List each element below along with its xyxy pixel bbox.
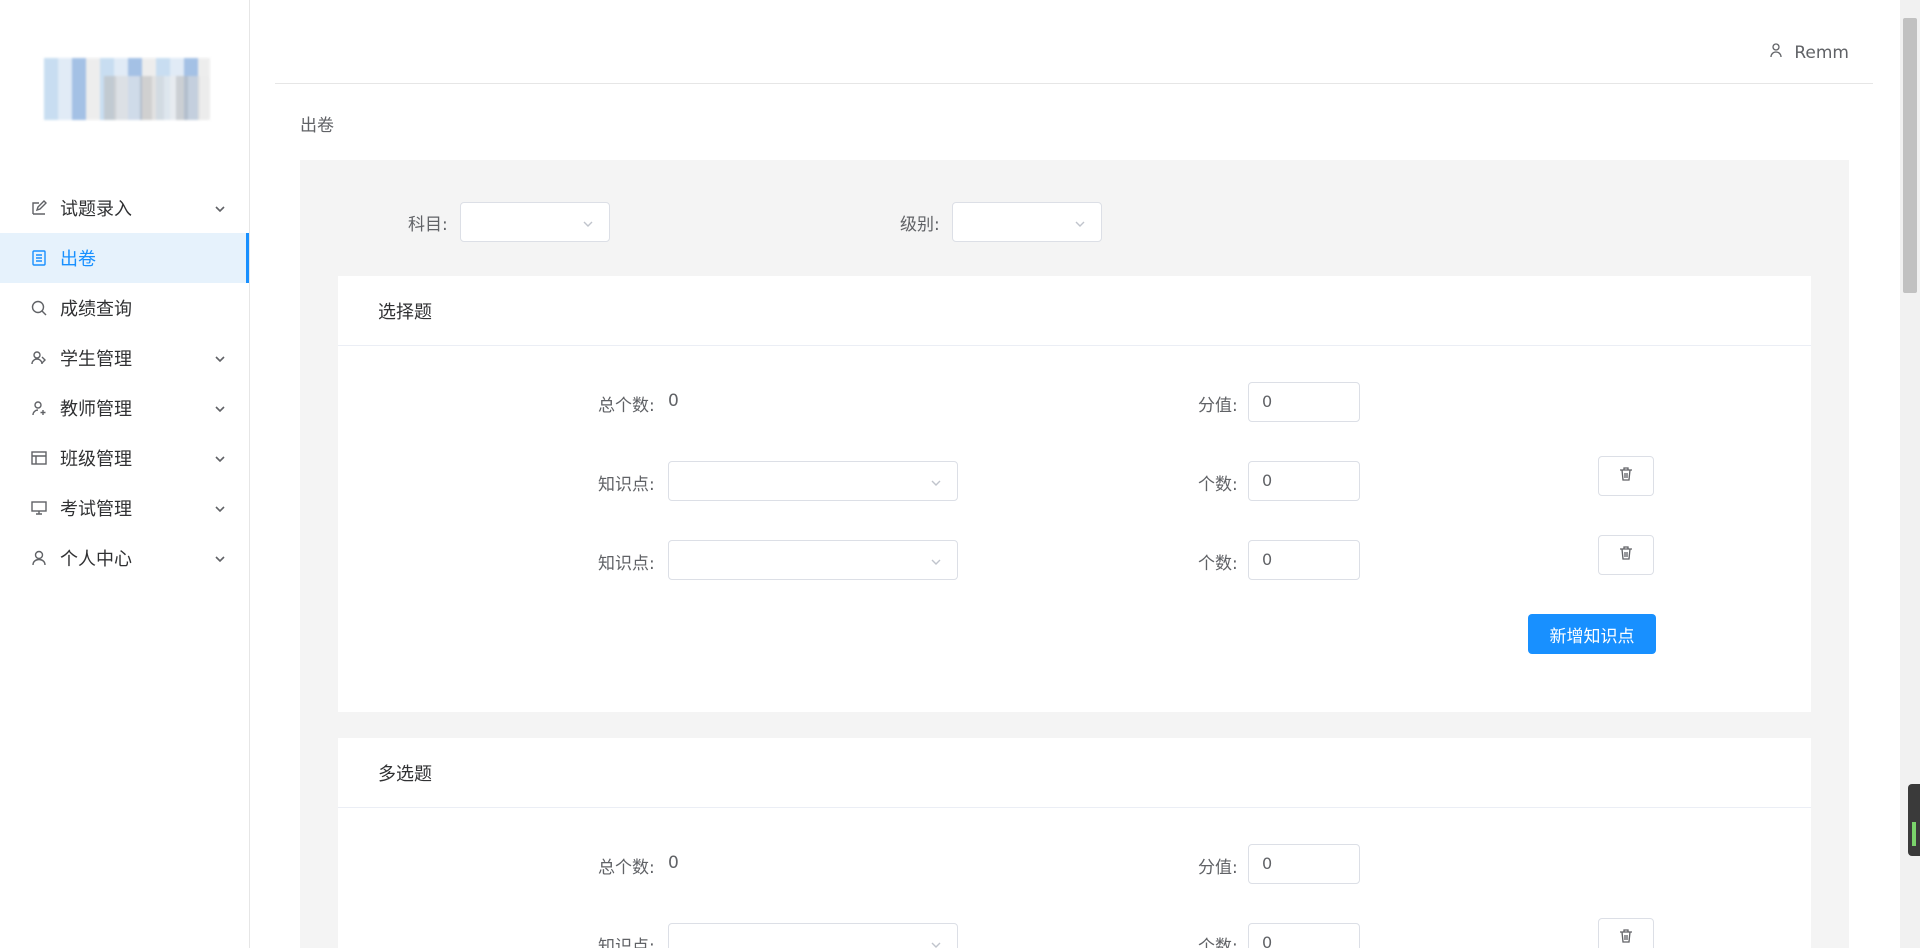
sidebar-item-exam-management[interactable]: 考试管理 [0, 483, 249, 533]
multiple-choice-card: 多选题 总个数: 0 分值: 0 知识点: 个数: 0 [338, 738, 1811, 948]
username: Remm [1794, 42, 1849, 63]
knowledge-select[interactable] [668, 540, 958, 580]
trash-icon [1618, 545, 1634, 565]
header: Remm [275, 0, 1873, 84]
chevron-down-icon [1073, 216, 1087, 235]
sidebar-item-student-management[interactable]: 学生管理 [0, 333, 249, 383]
class-table-icon [28, 447, 50, 469]
students-icon [28, 347, 50, 369]
score-input[interactable]: 0 [1248, 844, 1360, 884]
chevron-down-icon [213, 400, 227, 421]
logo [44, 58, 210, 120]
delete-button[interactable] [1598, 456, 1654, 496]
edit-icon [28, 197, 50, 219]
count-label: 个数: [1198, 475, 1238, 495]
count-label: 个数: [1198, 937, 1238, 948]
chevron-down-icon [929, 554, 943, 573]
sidebar-item-teacher-management[interactable]: 教师管理 [0, 383, 249, 433]
sidebar: 试题录入 出卷 成绩查询 学生管理 教师管理 班级管理 考试管理 个人中心 [0, 0, 250, 948]
user-menu[interactable]: Remm [1768, 42, 1849, 63]
count-label: 个数: [1198, 554, 1238, 574]
count-input[interactable]: 0 [1248, 540, 1360, 580]
sidebar-item-question-entry[interactable]: 试题录入 [0, 183, 249, 233]
count-input[interactable]: 0 [1248, 461, 1360, 501]
score-input[interactable]: 0 [1248, 382, 1360, 422]
chevron-down-icon [929, 475, 943, 494]
trash-icon [1618, 466, 1634, 486]
sidebar-item-personal-center[interactable]: 个人中心 [0, 533, 249, 583]
sidebar-item-label: 班级管理 [60, 449, 132, 470]
user-icon [1768, 42, 1784, 63]
sidebar-menu: 试题录入 出卷 成绩查询 学生管理 教师管理 班级管理 考试管理 个人中心 [0, 183, 249, 583]
sidebar-item-label: 个人中心 [60, 549, 132, 570]
chevron-down-icon [213, 500, 227, 521]
page-title: 出卷 [300, 116, 334, 136]
chevron-down-icon [213, 350, 227, 371]
knowledge-label: 知识点: [598, 937, 655, 948]
card-title: 多选题 [338, 738, 1811, 808]
chevron-down-icon [929, 937, 943, 948]
sidebar-item-exam-paper[interactable]: 出卷 [0, 233, 249, 283]
chevron-down-icon [581, 216, 595, 235]
subject-select[interactable] [460, 202, 610, 242]
knowledge-select[interactable] [668, 923, 958, 948]
knowledge-label: 知识点: [598, 475, 655, 495]
teacher-icon [28, 397, 50, 419]
document-icon [28, 247, 50, 269]
card-title: 选择题 [338, 276, 1811, 346]
sidebar-item-label: 考试管理 [60, 499, 132, 520]
side-widget[interactable] [1908, 784, 1920, 856]
search-icon [28, 297, 50, 319]
monitor-icon [28, 497, 50, 519]
subject-label: 科目: [408, 215, 448, 235]
level-select[interactable] [952, 202, 1102, 242]
main-content: 科目: 级别: 选择题 总个数: 0 分值: 0 知识点: 个数: 0 知识点:… [300, 160, 1849, 948]
count-input[interactable]: 0 [1248, 923, 1360, 948]
total-count-value: 0 [668, 853, 679, 873]
sidebar-item-class-management[interactable]: 班级管理 [0, 433, 249, 483]
total-count-value: 0 [668, 391, 679, 411]
knowledge-select[interactable] [668, 461, 958, 501]
sidebar-item-label: 教师管理 [60, 399, 132, 420]
total-count-label: 总个数: [598, 396, 655, 416]
delete-button[interactable] [1598, 918, 1654, 948]
chevron-down-icon [213, 200, 227, 221]
sidebar-item-label: 成绩查询 [60, 299, 132, 320]
sidebar-item-label: 出卷 [60, 249, 96, 270]
sidebar-item-label: 试题录入 [60, 199, 132, 220]
sidebar-item-label: 学生管理 [60, 349, 132, 370]
sidebar-item-score-query[interactable]: 成绩查询 [0, 283, 249, 333]
scrollbar-thumb[interactable] [1903, 18, 1917, 293]
add-knowledge-point-button[interactable]: 新增知识点 [1528, 614, 1656, 654]
single-choice-card: 选择题 总个数: 0 分值: 0 知识点: 个数: 0 知识点: 个数: 0 新… [338, 276, 1811, 712]
delete-button[interactable] [1598, 535, 1654, 575]
knowledge-label: 知识点: [598, 554, 655, 574]
total-count-label: 总个数: [598, 858, 655, 878]
score-label: 分值: [1198, 858, 1238, 878]
chevron-down-icon [213, 450, 227, 471]
level-label: 级别: [900, 215, 940, 235]
user-icon [28, 547, 50, 569]
score-label: 分值: [1198, 396, 1238, 416]
chevron-down-icon [213, 550, 227, 571]
trash-icon [1618, 928, 1634, 948]
